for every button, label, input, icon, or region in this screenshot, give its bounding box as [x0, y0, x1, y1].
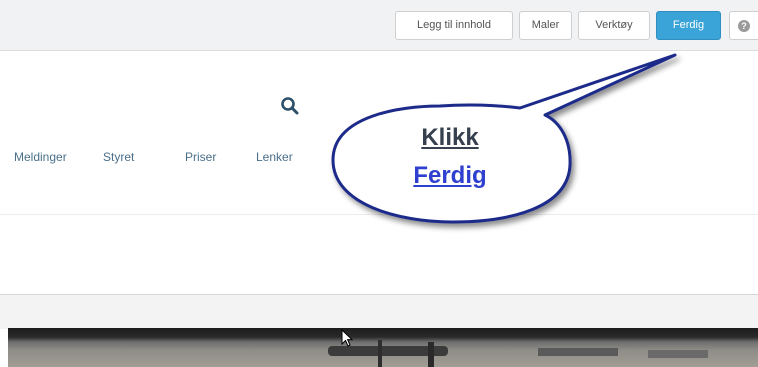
callout-text-click: Klikk	[421, 124, 479, 151]
callout-bubble	[331, 53, 677, 224]
mouse-cursor-icon	[341, 329, 354, 347]
callout-text-done: Ferdig	[413, 162, 487, 189]
